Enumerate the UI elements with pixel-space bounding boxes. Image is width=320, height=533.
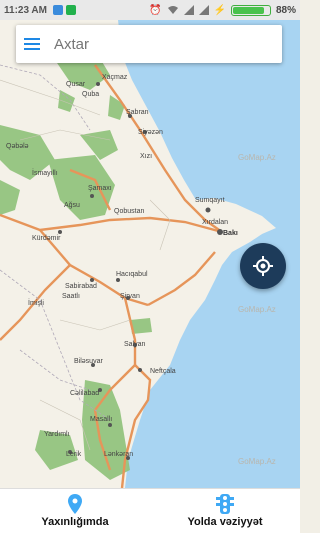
status-time: 11:23 AM — [4, 4, 47, 16]
location-pin-icon — [68, 494, 82, 514]
label-salyan: Salyan — [124, 341, 146, 348]
alarm-icon: ⏰ — [149, 4, 162, 16]
label-masalli: Masallı — [90, 416, 112, 423]
traffic-button[interactable]: Yolda vəziyyət — [150, 489, 300, 533]
signal-icon — [198, 5, 209, 15]
label-sirvan: Şirvan — [120, 293, 140, 300]
label-qabala: Qəbələ — [6, 143, 29, 150]
label-baki: Bakı — [223, 230, 238, 237]
label-lerik: Lerik — [66, 451, 82, 458]
label-xirdalan: Xırdalan — [202, 219, 228, 226]
label-xacmaz: Xaçmaz — [102, 74, 128, 81]
label-lankaran: Lənkəran — [104, 451, 133, 458]
label-qusar: Qusar — [66, 81, 86, 88]
label-calilabad: Cəlilabad — [70, 390, 99, 397]
label-samaxi: Şamaxı — [88, 185, 112, 192]
charging-icon: ⚡ — [213, 4, 226, 16]
nearby-button[interactable]: Yaxınlığımda — [0, 489, 150, 533]
search-input[interactable] — [54, 35, 254, 53]
menu-icon[interactable] — [24, 38, 40, 50]
battery-icon — [230, 4, 271, 16]
chat-notification-icon — [65, 5, 76, 15]
location-notification-icon — [52, 5, 63, 15]
label-qobustan: Qobustan — [114, 208, 144, 215]
label-kurdamir: Kürdəmir — [32, 235, 61, 242]
label-xizi: Xızı — [140, 153, 152, 160]
label-saatli: Saatlı — [62, 293, 80, 300]
map-watermark: GoMap.Az — [238, 153, 276, 162]
nearby-label: Yaxınlığımda — [41, 516, 109, 528]
traffic-light-icon — [216, 494, 234, 514]
label-siyazan: Siyəzən — [138, 129, 163, 136]
my-location-button[interactable] — [240, 243, 286, 289]
label-yardimli: Yardımlı — [44, 431, 70, 438]
label-sabran: Şabran — [126, 109, 149, 116]
map-watermark: GoMap.Az — [238, 457, 276, 466]
label-sabirabad: Sabirabad — [65, 283, 97, 290]
label-haciqabul: Hacıqabul — [116, 271, 148, 278]
wifi-icon — [167, 6, 178, 14]
label-agsu: Ağsu — [64, 202, 80, 209]
label-sumqayit: Sumqayıt — [195, 197, 225, 204]
traffic-label: Yolda vəziyyət — [187, 516, 263, 528]
battery-percent: 88% — [275, 4, 296, 16]
label-neftcala: Neftçala — [150, 368, 176, 375]
label-imisli: İmişli — [28, 298, 44, 307]
bottom-nav: Yaxınlığımda Yolda vəziyyət — [0, 488, 300, 533]
label-ismayilli: İsmayıllı — [32, 168, 58, 177]
label-quba: Quba — [82, 91, 99, 98]
signal-icon — [183, 5, 194, 15]
status-bar: 11:23 AM ⏰ ⚡ 88% — [0, 0, 300, 20]
map-watermark: GoMap.Az — [238, 305, 276, 314]
crosshair-icon — [253, 256, 273, 276]
search-bar — [16, 25, 282, 63]
label-bilasuvar: Biləsuvar — [74, 358, 103, 365]
